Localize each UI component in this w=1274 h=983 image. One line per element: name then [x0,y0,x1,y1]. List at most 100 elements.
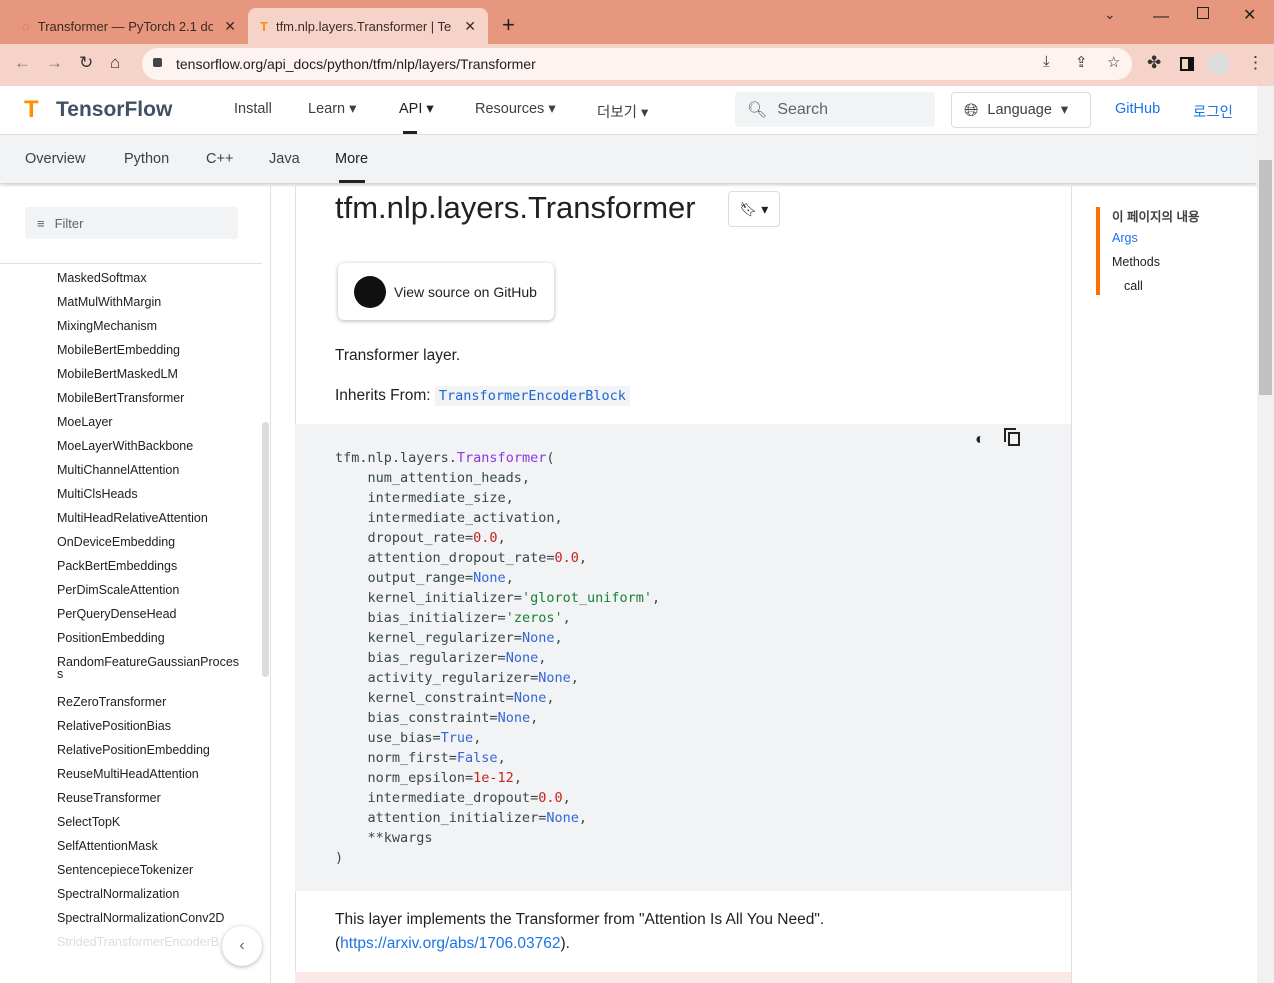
toc-call[interactable]: call [1124,279,1143,293]
page-scrollbar-thumb[interactable] [1259,160,1272,395]
dark-mode-toggle-icon[interactable]: ◐ [975,431,985,449]
collapse-sidebar-button[interactable]: ‹ [222,926,262,966]
sidebar-item[interactable]: MultiChannelAttention [57,464,247,477]
subnav-java[interactable]: Java [269,151,300,167]
subnav-more[interactable]: More [335,151,368,167]
nav-more[interactable]: 더보기 ▾ [597,101,648,122]
subnav-python[interactable]: Python [124,151,169,167]
code-token: None [521,630,555,646]
sidebar-item[interactable]: MaskedSoftmax [57,272,247,285]
sidebar-item[interactable]: ReuseMultiHeadAttention [57,768,247,781]
nav-resources[interactable]: Resources ▾ [475,101,556,117]
back-icon[interactable]: ← [14,53,31,73]
sidebar-item[interactable]: MobileBertMaskedLM [57,368,247,381]
share-icon[interactable]: ⇪ [1075,53,1088,71]
code-token: num_attention_heads, [335,470,531,486]
sidebar-item[interactable]: PerQueryDenseHead [57,608,247,621]
sidebar-item[interactable]: SentencepieceTokenizer [57,864,247,877]
code-token: tfm.nlp.layers. [335,450,457,466]
sidebar-item[interactable]: StridedTransformerEncoderB [57,936,247,949]
avatar[interactable] [1208,53,1230,75]
bookmark-star-icon[interactable]: ☆ [1107,53,1120,71]
sidebar-item[interactable]: MobileBertEmbedding [57,344,247,357]
code-token: ( [546,450,555,466]
tensorflow-icon: T [260,18,268,34]
login-link[interactable]: 로그인 [1193,101,1233,122]
subnav-cpp[interactable]: C++ [206,151,233,167]
sidebar-item[interactable]: MixingMechanism [57,320,247,333]
sidebar-item[interactable]: PerDimScaleAttention [57,584,247,597]
sidebar-item[interactable]: ReZeroTransformer [57,696,247,709]
language-select[interactable]: 🌐︎ Language ▾ [951,92,1091,128]
github-icon [354,275,386,308]
sidebar-item[interactable]: SpectralNormalization [57,888,247,901]
home-icon[interactable]: ⌂ [110,53,120,73]
code-token: kernel_initializer= [335,590,522,606]
code-token: 'glorot_uniform' [521,590,652,606]
code-token: intermediate_dropout= [335,790,539,806]
nav-learn[interactable]: Learn ▾ [308,101,356,117]
maximize-icon[interactable] [1197,7,1209,19]
sidebar-item[interactable]: SelfAttentionMask [57,840,247,853]
reload-icon[interactable]: ↻ [79,53,93,73]
sidebar-item[interactable]: MobileBertTransformer [57,392,247,405]
code-token: , [554,630,563,646]
view-source-button[interactable]: View source on GitHub [338,263,554,320]
sidebar-item[interactable]: RandomFeatureGaussianProces s [57,656,247,681]
menu-icon[interactable]: ⋮ [1247,53,1264,73]
sidebar-item[interactable]: OnDeviceEmbedding [57,536,247,549]
github-link[interactable]: GitHub [1115,101,1160,117]
new-tab-icon[interactable]: + [502,12,515,38]
tab-pytorch[interactable]: ◌ Transformer — PyTorch 2.1 doc ✕ [10,8,248,44]
brand[interactable]: TensorFlow [56,98,172,122]
sidebar-item[interactable]: RelativePositionBias [57,720,247,733]
sidebar-scrollbar[interactable] [262,422,269,677]
code-line: bias_regularizer=None, [335,650,547,666]
sidebar-item[interactable]: MultiClsHeads [57,488,247,501]
inherits-link[interactable]: TransformerEncoderBlock [434,386,630,406]
install-icon[interactable]: ⤓ [1043,53,1050,70]
code-line: attention_initializer=None, [335,810,587,826]
sidebar-item[interactable]: ReuseTransformer [57,792,247,805]
sidebar-item[interactable]: MoeLayer [57,416,247,429]
sidebar-item[interactable]: MultiHeadRelativeAttention [57,512,247,525]
subnav-overview[interactable]: Overview [25,151,85,167]
bookmark-button[interactable]: 🔖︎ ▾ [728,191,780,227]
forward-icon[interactable]: → [46,53,63,73]
close-tab-icon[interactable]: ✕ [464,18,476,35]
sidebar-item[interactable]: RelativePositionEmbedding [57,744,247,757]
close-tab-icon[interactable]: ✕ [224,18,236,35]
sub-navigation [0,135,1257,183]
copy-icon[interactable] [1008,432,1020,446]
code-token: bias_regularizer= [335,650,506,666]
sidebar-item[interactable]: SelectTopK [57,816,247,829]
extensions-icon[interactable]: ✤ [1147,53,1161,73]
code-token: , [497,530,506,546]
toc-args[interactable]: Args [1112,231,1138,245]
tab-tensorflow[interactable]: T tfm.nlp.layers.Transformer | Te ✕ [248,8,488,44]
code-token: , [513,770,522,786]
code-token: None [538,670,571,686]
chevron-down-icon: ▾ [1060,102,1069,118]
search-input[interactable]: 🔍︎ Search [735,92,935,127]
sidebar-item[interactable]: PositionEmbedding [57,632,247,645]
arxiv-link[interactable]: https://arxiv.org/abs/1706.03762 [340,935,560,952]
nav-api[interactable]: API ▾ [399,101,434,117]
nav-install[interactable]: Install [234,101,272,117]
sidebar-item[interactable]: MatMulWithMargin [57,296,247,309]
toc-methods[interactable]: Methods [1112,255,1160,269]
sidebar-item[interactable]: SpectralNormalizationConv2D [57,912,247,925]
code-token: , [562,790,571,806]
code-token: norm_first= [335,750,457,766]
minimize-icon[interactable]: — [1153,8,1169,26]
tab-search-icon[interactable]: ⌄ [1104,6,1116,23]
sidebar-item[interactable]: PackBertEmbeddings [57,560,247,573]
address-bar[interactable]: tensorflow.org/api_docs/python/tfm/nlp/l… [142,48,1132,80]
globe-icon: 🌐︎ [964,99,979,120]
code-line: intermediate_size, [335,490,514,506]
sidebar-item[interactable]: MoeLayerWithBackbone [57,440,247,453]
filter-input[interactable]: ≡ Filter [25,207,238,239]
side-panel-icon[interactable] [1180,57,1194,71]
close-window-icon[interactable]: ✕ [1243,5,1256,25]
code-token: intermediate_activation, [335,510,563,526]
